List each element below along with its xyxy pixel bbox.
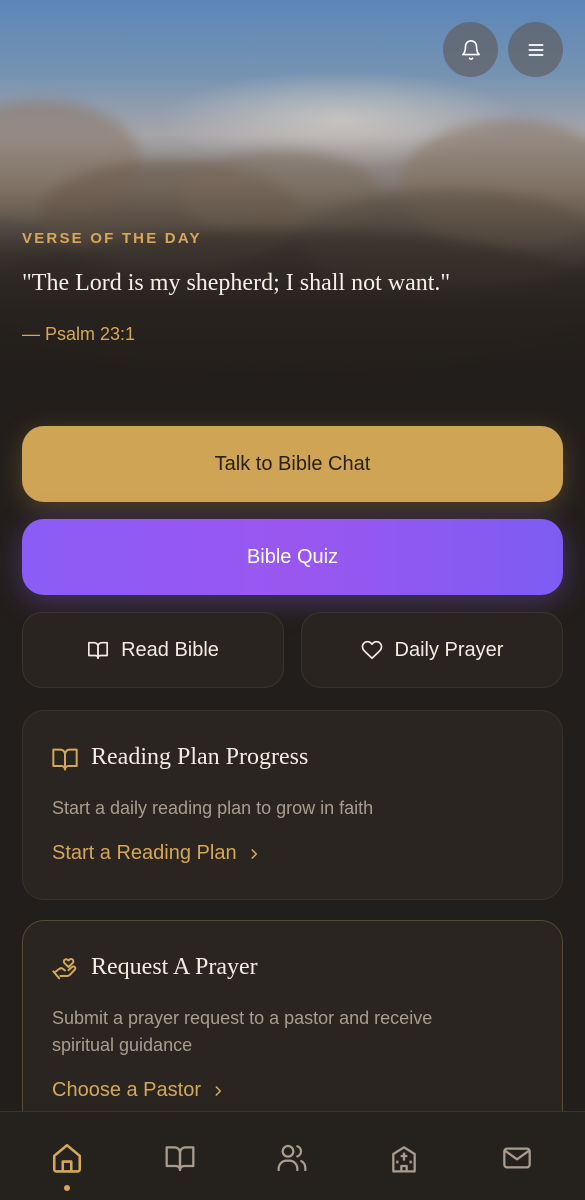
choose-pastor-link[interactable]: Choose a Pastor — [52, 1079, 225, 1102]
verse-label: VERSE OF THE DAY — [22, 230, 202, 247]
mail-icon — [503, 1147, 531, 1169]
prayer-request-title: Request A Prayer — [91, 954, 258, 980]
read-bible-button[interactable]: Read Bible — [22, 612, 284, 688]
reading-plan-description: Start a daily reading plan to grow in fa… — [52, 798, 374, 818]
heart-icon — [361, 640, 382, 660]
bible-quiz-label: Bible Quiz — [246, 545, 339, 568]
church-icon — [392, 1146, 416, 1173]
read-bible-label: Read Bible — [121, 638, 219, 661]
nav-home[interactable] — [49, 1140, 85, 1176]
home-screen: VERSE OF THE DAY "The Lord is my shepher… — [0, 0, 585, 1200]
active-nav-indicator — [64, 1185, 70, 1191]
open-book-icon — [88, 641, 109, 660]
home-icon — [52, 1143, 82, 1173]
nav-messages[interactable] — [499, 1140, 535, 1176]
praying-hands-icon — [52, 957, 77, 980]
prayer-request-description-line1: Submit a prayer request to a pastor and … — [52, 1008, 433, 1028]
reading-plan-card: Reading Plan Progress Start a daily read… — [22, 710, 563, 900]
menu-icon — [528, 43, 543, 56]
bell-icon — [461, 39, 480, 60]
chevron-right-icon — [251, 848, 257, 859]
start-reading-plan-label: Start a Reading Plan — [52, 842, 237, 864]
bottom-navigation — [0, 1111, 585, 1200]
nav-community[interactable] — [274, 1140, 310, 1176]
notifications-button[interactable] — [443, 22, 498, 77]
nav-church[interactable] — [386, 1140, 422, 1176]
choose-pastor-label: Choose a Pastor — [52, 1079, 201, 1101]
talk-to-bible-chat-label: Talk to Bible Chat — [214, 452, 371, 475]
bible-quiz-button[interactable]: Bible Quiz — [22, 519, 563, 595]
verse-hero: VERSE OF THE DAY "The Lord is my shepher… — [0, 0, 585, 410]
bible-icon — [165, 1146, 195, 1172]
nav-bible[interactable] — [162, 1140, 198, 1176]
daily-prayer-button[interactable]: Daily Prayer — [301, 612, 563, 688]
menu-button[interactable] — [508, 22, 563, 77]
talk-to-bible-chat-button[interactable]: Talk to Bible Chat — [22, 426, 563, 502]
prayer-request-description-line2: spiritual guidance — [52, 1035, 193, 1055]
verse-text: "The Lord is my shepherd; I shall not wa… — [22, 270, 451, 296]
book-icon — [52, 748, 78, 771]
reading-plan-title: Reading Plan Progress — [91, 744, 309, 770]
daily-prayer-label: Daily Prayer — [394, 638, 504, 661]
start-reading-plan-link[interactable]: Start a Reading Plan — [52, 842, 261, 865]
community-icon — [277, 1144, 307, 1172]
chevron-right-icon — [215, 1085, 222, 1096]
verse-reference: — Psalm 23:1 — [22, 324, 136, 344]
